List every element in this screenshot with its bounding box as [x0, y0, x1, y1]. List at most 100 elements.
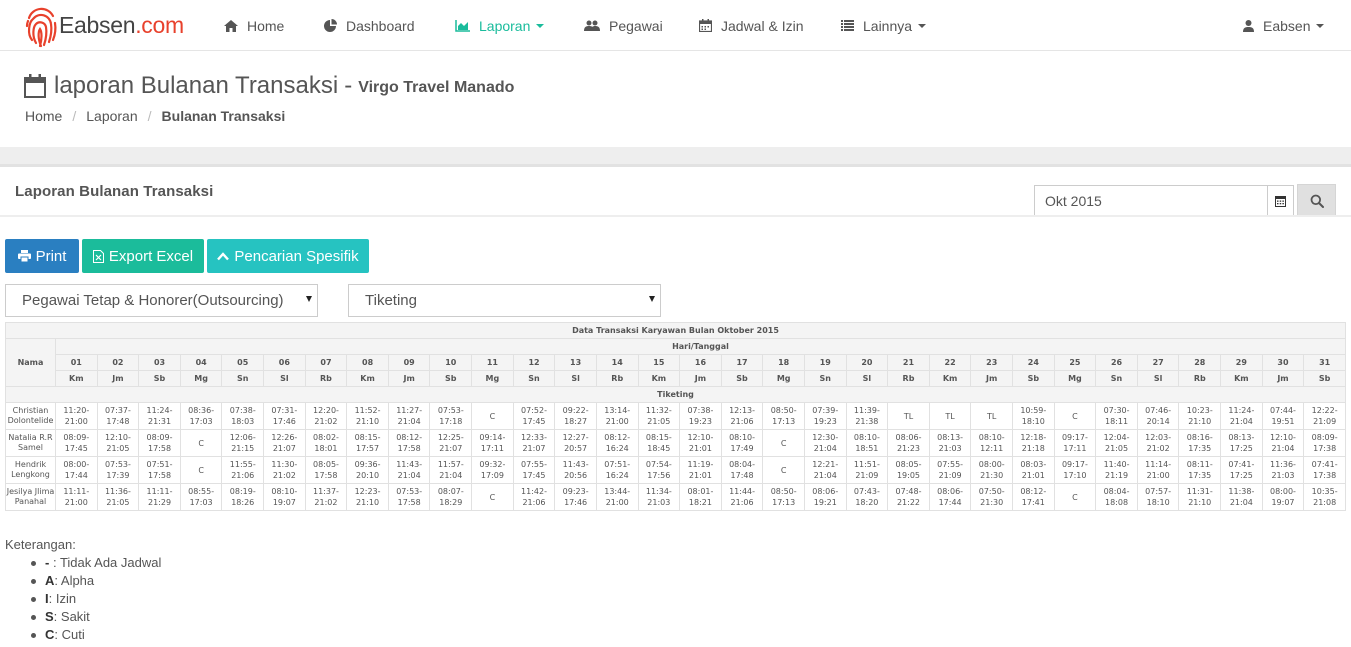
users-icon	[584, 20, 600, 31]
legend-desc: : Alpha	[54, 573, 95, 588]
attendance-value: 12:18- 21:18	[1020, 433, 1047, 453]
breadcrumb-laporan[interactable]: Laporan	[86, 108, 137, 124]
breadcrumb-separator: /	[72, 108, 77, 124]
attendance-cell: TL	[887, 402, 930, 430]
month-input[interactable]	[1034, 185, 1268, 216]
nav-home[interactable]: Home	[224, 0, 284, 51]
attendance-cell: 07:38- 19:23	[679, 402, 722, 430]
attendance-cell: 11:40- 21:19	[1095, 456, 1138, 484]
table-title: Data Transaksi Karyawan Bulan Oktober 20…	[5, 322, 1346, 339]
attendance-value: 08:04- 18:08	[1103, 487, 1130, 507]
print-button-label: Print	[35, 247, 67, 265]
weekday-header: Mg	[179, 370, 223, 387]
attendance-value: 08:10- 12:11	[978, 433, 1005, 453]
attendance-value: 07:51- 17:58	[146, 460, 173, 480]
table-row: Jesilya Jlima Panahal 11:11- 21:00 11:36- 21…	[5, 483, 1346, 511]
pie-chart-icon	[324, 19, 337, 32]
attendance-value: 08:09- 17:45	[63, 433, 90, 453]
attendance-cell: 11:11- 21:00	[55, 483, 98, 511]
date-header: 17	[720, 354, 764, 371]
attendance-cell: 08:15- 18:45	[637, 429, 681, 457]
attendance-cell: 11:44- 21:06	[720, 483, 764, 511]
nav-pegawai[interactable]: Pegawai	[584, 0, 663, 51]
attendance-cell: 11:11- 21:29	[138, 483, 181, 511]
user-menu-label: Eabsen	[1263, 17, 1311, 34]
attendance-value: 08:16- 17:35	[1186, 433, 1213, 453]
attendance-cell: 11:20- 21:00	[55, 402, 98, 430]
attendance-value: 12:21- 21:04	[812, 460, 839, 480]
weekday-header: Sb	[720, 370, 764, 387]
attendance-cell: 08:10- 18:51	[845, 429, 889, 457]
attendance-cell: 08:19- 18:26	[221, 483, 265, 511]
date-header-row: 01 02 03 04 05 06 07 08 09 10 11 12 13 14 15 16 17 18 19 20…	[6, 354, 1346, 371]
attendance-cell: 10:35- 21:08	[1303, 483, 1346, 511]
legend: Keterangan: - : Tidak Ada Jadwal A: Alpha…	[5, 537, 161, 644]
attendance-cell: 11:31- 21:10	[1178, 483, 1222, 511]
attendance-cell: 12:13- 21:06	[720, 402, 764, 430]
attendance-value: 11:55- 21:06	[229, 460, 256, 480]
export-excel-button[interactable]: Export Excel	[82, 239, 204, 273]
employee-name: Jesilya Jlima Panahal	[5, 483, 56, 511]
legend-desc: : Izin	[48, 591, 77, 606]
attendance-value: 07:50- 21:30	[978, 487, 1005, 507]
attendance-value: 09:17- 17:10	[1061, 460, 1088, 480]
legend-item: - : Tidak Ada Jadwal	[31, 554, 161, 572]
date-header: 14	[595, 354, 639, 371]
attendance-cell: 08:09- 17:45	[55, 429, 98, 457]
attendance-value: 08:15- 17:57	[354, 433, 381, 453]
attendance-cell: 08:10- 12:11	[970, 429, 1014, 457]
attendance-value: 11:14- 21:00	[1145, 460, 1172, 480]
date-header: 13	[554, 354, 597, 371]
attendance-cell: 08:15- 17:57	[346, 429, 389, 457]
attendance-cell: 12:30- 21:04	[803, 429, 847, 457]
date-header: 01	[55, 354, 98, 371]
employee-type-value: Pegawai Tetap & Honorer(Outsourcing)	[22, 292, 284, 309]
division-select[interactable]: Tiketing	[348, 284, 661, 317]
nav-laporan[interactable]: Laporan	[455, 0, 545, 51]
weekday-header: Jm	[387, 370, 431, 387]
calendar-picker-button[interactable]	[1267, 185, 1294, 216]
nav-jadwal-label: Jadwal & Izin	[721, 17, 804, 34]
attendance-cell: 12:03- 21:02	[1136, 429, 1180, 457]
attendance-cell: 11:32- 21:05	[637, 402, 681, 430]
weekday-header: Jm	[96, 370, 140, 387]
nav-jadwal[interactable]: Jadwal & Izin	[699, 0, 803, 51]
user-menu[interactable]: Eabsen	[1243, 0, 1325, 51]
brand-logo[interactable]: Eabsen.com	[24, 2, 184, 48]
nav-dashboard[interactable]: Dashboard	[324, 0, 415, 51]
attendance-cell: 11:52- 21:10	[346, 402, 389, 430]
attendance-cell: C	[1053, 402, 1097, 430]
attendance-value: 09:36- 20:10	[354, 460, 381, 480]
employee-type-select[interactable]: Pegawai Tetap & Honorer(Outsourcing)	[5, 284, 318, 317]
attendance-value: 11:30- 21:02	[271, 460, 298, 480]
weekday-header-row: Km Jm Sb Mg Sn Sl Rb Km Jm Sb Mg Sn Sl Rb Km Jm Sb Mg Sn Sl…	[6, 370, 1346, 387]
attendance-value: C	[780, 438, 787, 448]
attendance-value: 12:06- 21:15	[229, 433, 256, 453]
panel-title: Laporan Bulanan Transaksi	[15, 183, 214, 200]
fingerprint-icon	[25, 7, 57, 48]
specific-search-button[interactable]: Pencarian Spesifik	[207, 239, 369, 273]
attendance-value: 07:44- 19:51	[1270, 406, 1296, 426]
attendance-cell: 11:42- 21:06	[512, 483, 556, 511]
attendance-cell: 09:23- 17:46	[554, 483, 597, 511]
attendance-value: 09:23- 17:46	[562, 487, 589, 507]
attendance-cell: 07:55- 21:09	[928, 456, 972, 484]
attendance-value: 11:24- 21:31	[146, 406, 173, 426]
home-icon	[224, 19, 238, 32]
dropdown-arrow-icon	[649, 296, 655, 302]
date-header: 15	[637, 354, 681, 371]
attendance-cell: 08:11- 17:35	[1178, 456, 1222, 484]
attendance-cell: 11:55- 21:06	[221, 456, 265, 484]
breadcrumb-separator: /	[147, 108, 152, 124]
weekday-header: Jm	[970, 370, 1014, 387]
attendance-value: 11:39- 21:38	[853, 406, 880, 426]
area-chart-icon	[455, 19, 470, 32]
nav-lainnya[interactable]: Lainnya	[841, 0, 927, 51]
attendance-value: 08:19- 18:26	[229, 487, 256, 507]
print-button[interactable]: Print	[5, 239, 79, 273]
breadcrumb-home[interactable]: Home	[25, 108, 62, 124]
attendance-value: 07:31- 17:46	[271, 406, 298, 426]
search-button[interactable]	[1297, 184, 1336, 217]
attendance-cell: 09:17- 17:11	[1053, 429, 1097, 457]
attendance-value: 11:32- 21:05	[645, 406, 672, 426]
